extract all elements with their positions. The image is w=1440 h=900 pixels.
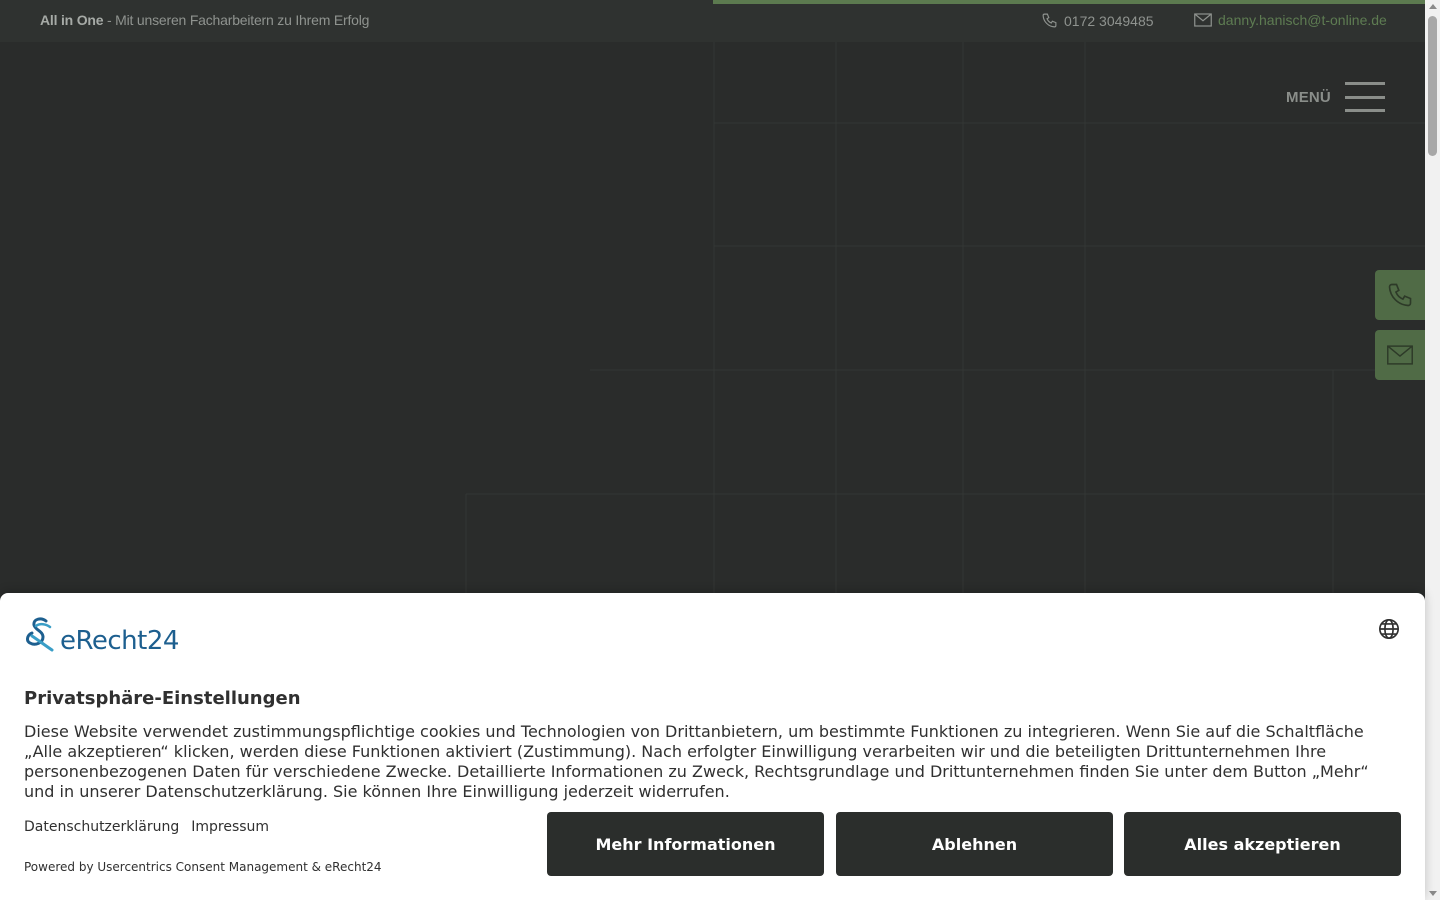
consent-title: Privatsphäre-Einstellungen — [24, 688, 301, 709]
more-information-button[interactable]: Mehr Informationen — [547, 812, 824, 876]
erecht24-logo-icon — [26, 617, 54, 652]
erecht24-logo: eRecht24 — [24, 616, 179, 654]
brand-name: eRecht24 — [60, 626, 179, 656]
tagline: All in One - Mit unseren Facharbeitern z… — [40, 12, 369, 28]
top-bar: All in One - Mit unseren Facharbeitern z… — [0, 0, 1425, 42]
email-link[interactable]: danny.hanisch@t-online.de — [1194, 12, 1387, 28]
privacy-policy-link[interactable]: Datenschutzerklärung — [24, 819, 179, 835]
scrollbar[interactable] — [1425, 0, 1440, 900]
imprint-link[interactable]: Impressum — [191, 819, 269, 835]
powered-by: Powered by Usercentrics Consent Manageme… — [24, 860, 382, 874]
consent-banner: eRecht24 Privatsphäre-Einstellungen Dies… — [0, 593, 1425, 900]
decline-button[interactable]: Ablehnen — [836, 812, 1113, 876]
side-phone-button[interactable] — [1375, 270, 1425, 320]
language-globe-icon[interactable] — [1378, 618, 1400, 644]
side-mail-button[interactable] — [1375, 330, 1425, 380]
menu-label: MENÜ — [1286, 88, 1331, 106]
scroll-thumb[interactable] — [1428, 16, 1437, 156]
menu-toggle[interactable]: MENÜ — [1286, 82, 1385, 112]
phone-icon — [1388, 283, 1412, 307]
hamburger-icon — [1344, 82, 1385, 112]
mail-icon — [1194, 13, 1212, 27]
accept-all-button[interactable]: Alles akzeptieren — [1124, 812, 1401, 876]
phone-icon — [1042, 13, 1057, 28]
top-accent-bar — [713, 0, 1425, 4]
email-address: danny.hanisch@t-online.de — [1218, 12, 1387, 28]
phone-link[interactable]: 0172 3049485 — [1041, 12, 1154, 29]
scroll-down-arrow-icon[interactable] — [1429, 891, 1437, 896]
mail-icon — [1387, 345, 1413, 365]
tagline-rest: - Mit unseren Facharbeitern zu Ihrem Erf… — [103, 12, 370, 28]
tagline-strong: All in One — [40, 12, 104, 28]
consent-description: Diese Website verwendet zustimmungspflic… — [24, 722, 1369, 801]
consent-links: Datenschutzerklärung Impressum — [24, 819, 269, 835]
scroll-up-arrow-icon[interactable] — [1429, 4, 1437, 9]
phone-number: 0172 3049485 — [1064, 12, 1154, 29]
